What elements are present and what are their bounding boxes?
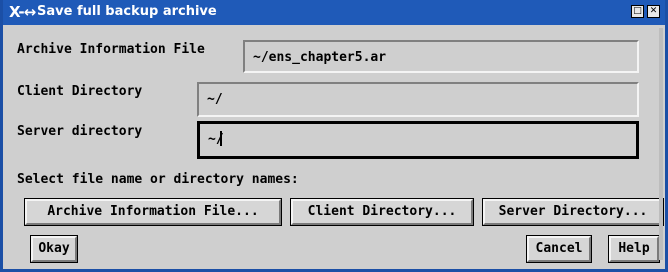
server-directory-label: Server directory — [17, 124, 143, 139]
text-cursor — [219, 131, 222, 146]
archive-file-label: Archive Information File — [17, 42, 205, 57]
archive-file-value: ~/ens_chapter5.ar — [253, 50, 387, 65]
select-prompt: Select file name or directory names: — [17, 172, 299, 187]
server-directory-input[interactable]: ~/ — [197, 121, 639, 159]
right-edge-bar — [659, 28, 663, 260]
client-directory-label: Client Directory — [17, 84, 143, 99]
close-icon[interactable]: ✕ — [647, 5, 660, 18]
backup-dialog: X-↔ Save full backup archive □ ✕ Archive… — [0, 0, 668, 272]
okay-button[interactable]: Okay — [30, 235, 78, 263]
title-bar[interactable]: X-↔ Save full backup archive □ ✕ — [3, 0, 665, 25]
archive-file-browse-button[interactable]: Archive Information File... — [24, 198, 282, 226]
window-title: Save full backup archive — [37, 4, 217, 19]
client-directory-browse-button[interactable]: Client Directory... — [290, 198, 474, 226]
minimize-icon[interactable]: □ — [631, 5, 644, 18]
cancel-button[interactable]: Cancel — [526, 235, 592, 263]
server-directory-browse-button[interactable]: Server Directory... — [482, 198, 664, 226]
app-icon[interactable]: X-↔ — [9, 3, 36, 21]
client-directory-value: ~/ — [207, 92, 223, 107]
archive-file-input[interactable]: ~/ens_chapter5.ar — [243, 40, 639, 73]
client-directory-input[interactable]: ~/ — [197, 82, 639, 117]
help-button[interactable]: Help — [608, 235, 660, 263]
